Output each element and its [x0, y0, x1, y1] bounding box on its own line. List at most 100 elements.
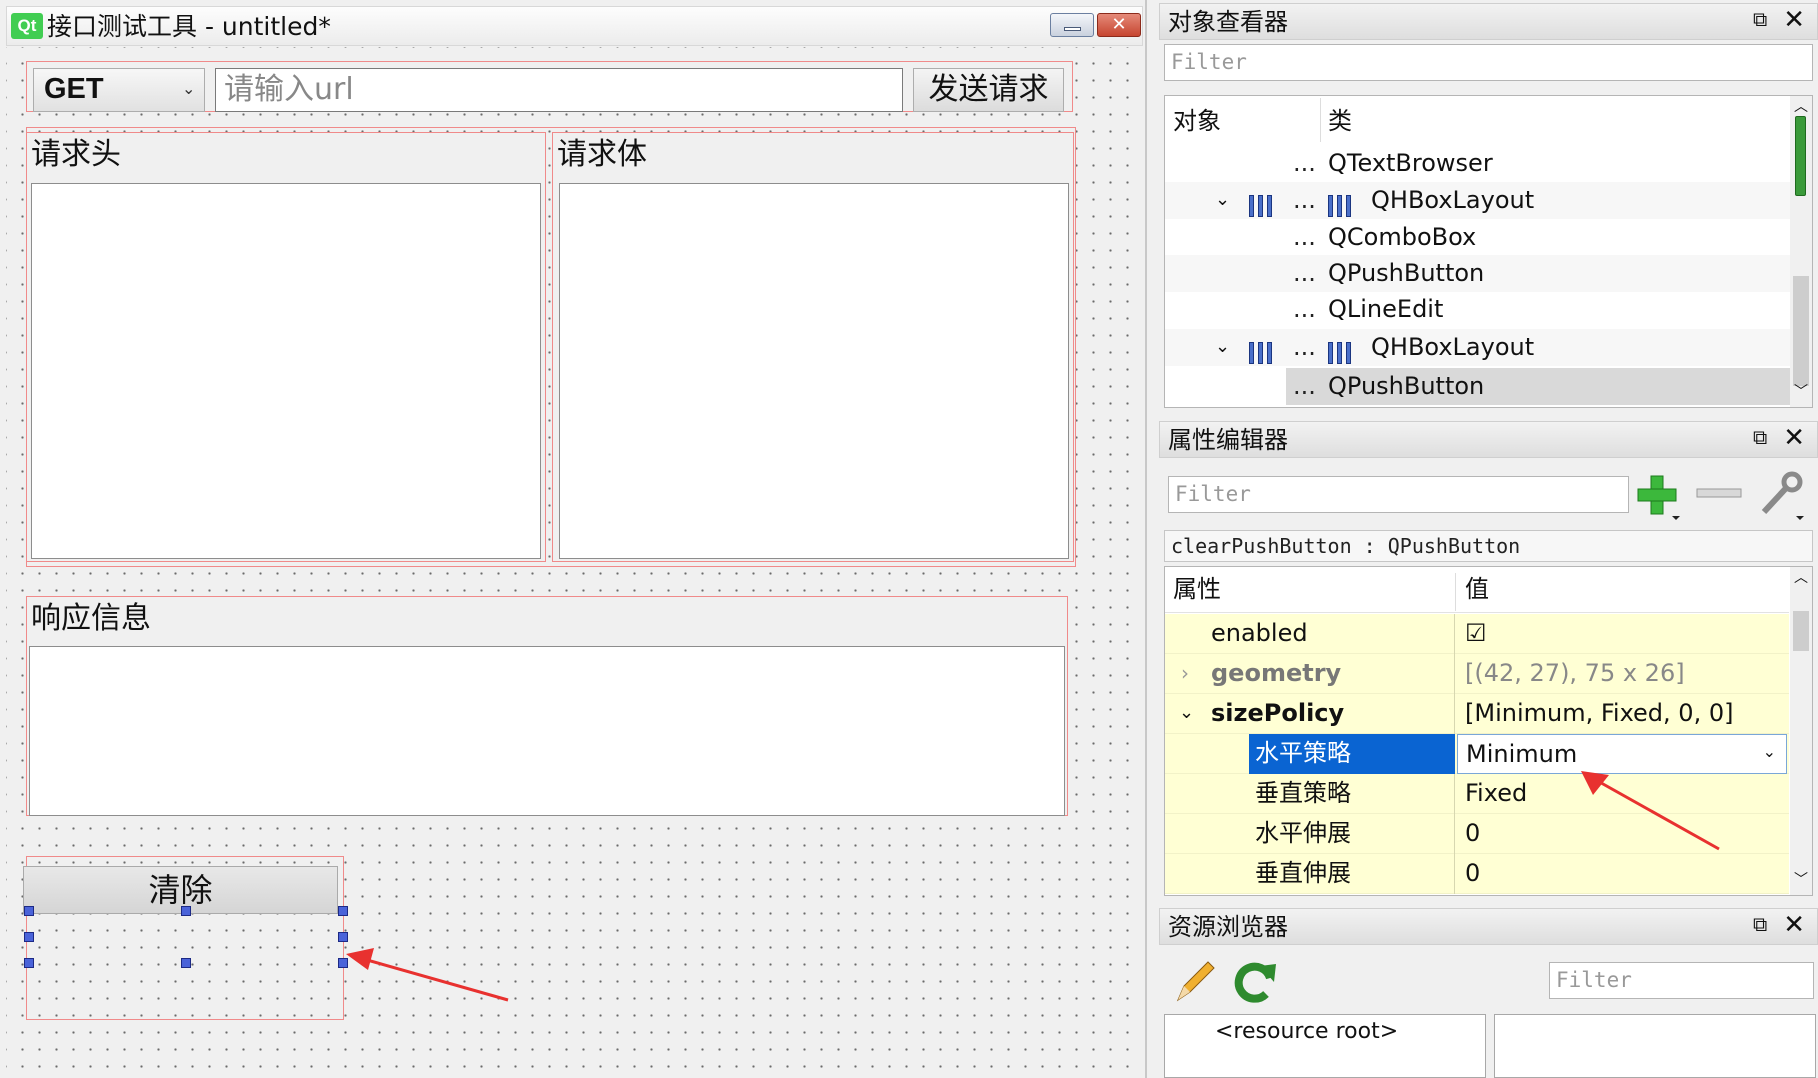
headers-groupbox: 请求头: [26, 132, 546, 562]
scroll-track[interactable]: [1793, 276, 1809, 386]
object-tree: 对象 类 ... QTextBrowser ⌄ ... QHBoxLayout …: [1164, 95, 1813, 408]
response-groupbox: 响应信息: [26, 596, 1068, 816]
scroll-down-icon[interactable]: ﹀: [1794, 869, 1808, 889]
enabled-checkbox[interactable]: ☑: [1457, 614, 1789, 654]
resource-browser-header: 资源浏览器 ⧉ ✕: [1159, 908, 1818, 945]
tree-row[interactable]: ... QComboBox: [1165, 219, 1790, 256]
tree-row[interactable]: ... QLineEdit: [1165, 291, 1790, 328]
resize-handle[interactable]: [338, 958, 348, 968]
scroll-thumb[interactable]: [1793, 611, 1809, 651]
tree-row[interactable]: ... QTextBrowser: [1165, 145, 1790, 182]
body-textedit[interactable]: [559, 183, 1069, 559]
chevron-down-icon[interactable]: ⌄: [1215, 329, 1230, 365]
property-table-header: 属性 值: [1165, 567, 1789, 613]
wrench-icon[interactable]: [1756, 470, 1806, 520]
body-title: 请求体: [557, 137, 647, 172]
resize-handle[interactable]: [338, 906, 348, 916]
property-row-enabled[interactable]: enabled ☑: [1165, 614, 1789, 654]
property-name-selected: 水平策略: [1249, 734, 1455, 774]
tree-row-selected[interactable]: ... QPushButton: [1286, 368, 1790, 405]
object-name: ...: [1293, 333, 1316, 361]
property-row-sizepolicy[interactable]: ⌄ sizePolicy [Minimum, Fixed, 0, 0]: [1165, 694, 1789, 734]
class-name: QPushButton: [1328, 259, 1485, 287]
minimize-icon: [1064, 27, 1081, 31]
property-value[interactable]: [Minimum, Fixed, 0, 0]: [1457, 694, 1789, 734]
close-icon[interactable]: ✕: [1783, 910, 1805, 940]
class-name: QHBoxLayout: [1371, 186, 1535, 214]
property-editor-header: 属性编辑器 ⧉ ✕: [1159, 421, 1818, 458]
tree-row[interactable]: ... QPushButton: [1165, 255, 1790, 292]
class-name: QComboBox: [1328, 223, 1477, 251]
resize-handle[interactable]: [24, 932, 34, 942]
object-filter-input[interactable]: Filter: [1164, 44, 1813, 81]
property-filter-input[interactable]: Filter: [1168, 476, 1629, 513]
qt-logo-icon: Qt: [11, 13, 43, 39]
response-textbrowser[interactable]: [29, 646, 1065, 816]
property-name: 垂直伸展: [1165, 854, 1455, 894]
close-window-button[interactable]: ✕: [1097, 13, 1141, 37]
form-canvas: GET ⌄ 请输入url 发送请求 请求头 请求体 响应信息: [6, 47, 1143, 1078]
float-icon[interactable]: ⧉: [1753, 914, 1771, 934]
resize-handle[interactable]: [24, 958, 34, 968]
property-table: 属性 值 enabled ☑ › geometry [(42, 27), 75 …: [1164, 566, 1813, 896]
method-combobox[interactable]: GET ⌄: [33, 68, 205, 112]
col-value-header[interactable]: 值: [1465, 571, 1489, 607]
response-title: 响应信息: [31, 601, 151, 636]
resource-root-item[interactable]: <resource root>: [1215, 1019, 1398, 1044]
scroll-up-icon[interactable]: ︿: [1794, 567, 1808, 587]
reload-icon[interactable]: [1230, 956, 1280, 1006]
resize-handle[interactable]: [181, 958, 191, 968]
header-divider: [1320, 98, 1321, 142]
object-name: ...: [1293, 295, 1316, 323]
class-name: QHBoxLayout: [1371, 333, 1535, 361]
property-name: enabled: [1165, 614, 1455, 654]
object-name: ...: [1293, 223, 1316, 251]
vertical-scrollbar[interactable]: ︿ ﹀: [1790, 96, 1812, 407]
vertical-scrollbar[interactable]: ︿ ﹀: [1790, 567, 1812, 895]
method-value: GET: [44, 73, 104, 105]
resize-handle[interactable]: [338, 932, 348, 942]
float-icon[interactable]: ⧉: [1753, 427, 1771, 447]
resource-browser-title: 资源浏览器: [1168, 913, 1288, 941]
object-name: ...: [1293, 186, 1316, 214]
send-request-button[interactable]: 发送请求: [913, 68, 1064, 112]
property-row-geometry[interactable]: › geometry [(42, 27), 75 x 26]: [1165, 654, 1789, 694]
close-icon[interactable]: ✕: [1783, 5, 1805, 35]
selected-object-label: clearPushButton : QPushButton: [1164, 530, 1813, 562]
tree-row[interactable]: ⌄ ... QHBoxLayout: [1165, 329, 1790, 366]
resize-handle[interactable]: [181, 906, 191, 916]
property-value[interactable]: 0: [1457, 854, 1789, 894]
scroll-up-icon[interactable]: ︿: [1794, 96, 1808, 116]
class-name: QTextBrowser: [1328, 149, 1493, 177]
resize-handle[interactable]: [24, 906, 34, 916]
close-icon[interactable]: ✕: [1783, 423, 1805, 453]
header-divider: [1455, 573, 1456, 611]
tree-row[interactable]: ⌄ ... QHBoxLayout: [1165, 182, 1790, 219]
scroll-down-icon[interactable]: ﹀: [1794, 381, 1808, 401]
col-property-header[interactable]: 属性: [1173, 571, 1221, 607]
chevron-down-icon: ⌄: [182, 79, 196, 98]
scroll-thumb[interactable]: [1795, 116, 1806, 196]
resource-list: [1494, 1014, 1816, 1078]
chevron-down-icon[interactable]: ⌄: [1215, 182, 1230, 218]
chevron-down-icon: ⌄: [1762, 742, 1776, 761]
col-class-header[interactable]: 类: [1328, 98, 1352, 148]
headers-textedit[interactable]: [31, 183, 541, 559]
add-property-icon[interactable]: [1634, 472, 1682, 520]
remove-property-icon[interactable]: [1696, 486, 1742, 500]
property-row-vertical-stretch[interactable]: 垂直伸展 0: [1165, 854, 1789, 894]
window-title: 接口测试工具 - untitled*: [47, 12, 331, 41]
url-input[interactable]: 请输入url: [215, 68, 903, 112]
hbox-layout-icon: [1328, 334, 1354, 370]
object-inspector-header: 对象查看器 ⧉ ✕: [1159, 3, 1818, 40]
resource-filter-input[interactable]: Filter: [1549, 962, 1814, 999]
combobox-value: Minimum: [1466, 740, 1578, 768]
minimize-button[interactable]: [1050, 13, 1094, 37]
body-groupbox: 请求体: [552, 132, 1074, 562]
col-object-header[interactable]: 对象: [1173, 98, 1221, 148]
float-icon[interactable]: ⧉: [1753, 9, 1771, 29]
class-name: QLineEdit: [1328, 295, 1444, 323]
property-value[interactable]: [(42, 27), 75 x 26]: [1457, 654, 1789, 694]
edit-pencil-icon[interactable]: [1170, 956, 1220, 1006]
object-name: ...: [1293, 149, 1316, 177]
